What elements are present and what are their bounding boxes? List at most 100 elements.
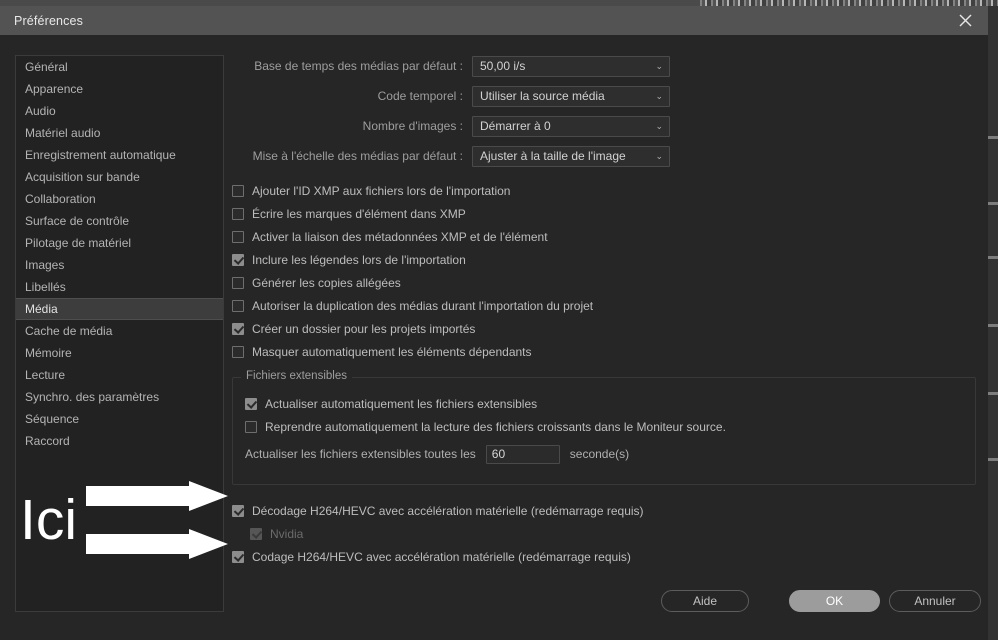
checkbox-checked-icon[interactable] [232,550,244,563]
checkbox-label: Générer les copies allégées [252,275,401,290]
setting-label: Mise à l'échelle des médias par défaut : [252,149,463,163]
checkbox-row[interactable]: Masquer automatiquement les éléments dép… [232,340,976,363]
checkbox-row[interactable]: Décodage H264/HEVC avec accélération mat… [232,499,976,522]
chevron-down-icon: ⌄ [655,60,663,71]
sidebar-item-label: Raccord [25,434,70,448]
checkbox-label: Créer un dossier pour les projets import… [252,321,476,336]
sidebar-item-apparence[interactable]: Apparence [16,78,223,100]
sidebar-item-label: Libellés [25,280,66,294]
sidebar-item-pilotage-de-mat-riel[interactable]: Pilotage de matériel [16,232,223,254]
checkbox-row[interactable]: Écrire les marques d'élément dans XMP [232,202,976,225]
sidebar-item-label: Apparence [25,82,84,96]
checkbox-row[interactable]: Créer un dossier pour les projets import… [232,317,976,340]
preferences-category-list[interactable]: Général Apparence Audio Matériel audio Enreg… [15,55,224,612]
checkbox-unchecked-icon[interactable] [232,207,244,220]
checkbox-label: Ajouter l'ID XMP aux fichiers lors de l'… [252,183,511,198]
dialog-title: Préférences [14,13,84,28]
checkbox-label: Écrire les marques d'élément dans XMP [252,206,466,221]
sidebar-item-g-n-ral[interactable]: Général [16,56,223,78]
checkbox-row[interactable]: Inclure les légendes lors de l'importati… [232,248,976,271]
sidebar-item-synchro-des-param-tres[interactable]: Synchro. des paramètres [16,386,223,408]
cancel-button[interactable]: Annuler [889,590,981,612]
setting-row: Mise à l'échelle des médias par défaut :… [232,145,976,167]
interval-unit-label: seconde(s) [569,447,630,461]
checkbox-row[interactable]: Codage H264/HEVC avec accélération matér… [232,545,976,568]
checkbox-row: Nvidia [232,522,976,545]
sidebar-item-label: Acquisition sur bande [25,170,140,184]
checkbox-label: Décodage H264/HEVC avec accélération mat… [252,503,644,518]
sidebar-item-m-moire[interactable]: Mémoire [16,342,223,364]
checkbox-checked-icon[interactable] [232,504,244,517]
close-icon[interactable] [942,6,988,35]
sidebar-item-label: Mémoire [25,346,72,360]
setting-label: Base de temps des médias par défaut : [254,59,463,73]
sidebar-item-enregistrement-automatique[interactable]: Enregistrement automatique [16,144,223,166]
checkbox-unchecked-icon[interactable] [232,276,244,289]
growing-files-legend: Fichiers extensibles [241,370,352,382]
setting-label: Code temporel : [377,89,463,103]
checkbox-row[interactable]: Activer la liaison des métadonnées XMP e… [232,225,976,248]
checkbox-unchecked-icon[interactable] [245,420,257,433]
hardware-acceleration-options: Décodage H264/HEVC avec accélération mat… [232,499,976,568]
dropdown-select[interactable]: Utiliser la source média ⌄ [472,85,670,107]
checkbox-row[interactable]: Reprendre automatiquement la lecture des… [245,415,975,438]
default-media-fields: Base de temps des médias par défaut : 50,… [232,55,976,167]
checkbox-label: Inclure les légendes lors de l'importati… [252,252,466,267]
sidebar-item-s-quence[interactable]: Séquence [16,408,223,430]
sidebar-item-raccord[interactable]: Raccord [16,430,223,452]
checkbox-label: Codage H264/HEVC avec accélération matér… [252,549,631,564]
xmp-and-import-options: Ajouter l'ID XMP aux fichiers lors de l'… [232,179,976,363]
checkbox-row[interactable]: Actualiser automatiquement les fichiers … [245,392,975,415]
dropdown-select[interactable]: 50,00 i/s ⌄ [472,55,670,77]
checkbox-unchecked-icon[interactable] [232,230,244,243]
chevron-down-icon: ⌄ [655,120,663,131]
sidebar-item-collaboration[interactable]: Collaboration [16,188,223,210]
sidebar-item-label: Synchro. des paramètres [25,390,160,404]
sidebar-item-label: Enregistrement automatique [25,148,176,162]
chevron-down-icon: ⌄ [655,90,663,101]
sidebar-item-images[interactable]: Images [16,254,223,276]
checkbox-unchecked-icon[interactable] [232,345,244,358]
checkbox-label: Nvidia [270,526,304,541]
dialog-titlebar: Préférences [0,6,988,35]
checkbox-label: Actualiser automatiquement les fichiers … [265,396,538,411]
sidebar-item-mat-riel-audio[interactable]: Matériel audio [16,122,223,144]
checkbox-row[interactable]: Ajouter l'ID XMP aux fichiers lors de l'… [232,179,976,202]
checkbox-unchecked-icon[interactable] [232,184,244,197]
sidebar-item-m-dia[interactable]: Média [16,298,223,320]
sidebar-item-label: Lecture [25,368,66,382]
ok-button[interactable]: OK [789,590,880,612]
sidebar-item-libell-s[interactable]: Libellés [16,276,223,298]
sidebar-item-label: Collaboration [25,192,96,206]
sidebar-item-label: Général [25,60,68,74]
dropdown-select[interactable]: Ajuster à la taille de l'image ⌄ [472,145,670,167]
checkbox-checked-icon[interactable] [232,253,244,266]
checkbox-row[interactable]: Autoriser la duplication des médias dura… [232,294,976,317]
sidebar-item-acquisition-sur-bande[interactable]: Acquisition sur bande [16,166,223,188]
sidebar-item-label: Surface de contrôle [25,214,130,228]
interval-label: Actualiser les fichiers extensibles tout… [245,447,476,461]
dialog-body: Général Apparence Audio Matériel audio Enreg… [0,35,988,640]
sidebar-item-lecture[interactable]: Lecture [16,364,223,386]
checkbox-checked-icon [250,527,262,540]
dropdown-value: Démarrer à 0 [480,119,551,133]
sidebar-item-label: Cache de média [25,324,113,338]
help-button[interactable]: Aide [661,590,749,612]
sidebar-item-audio[interactable]: Audio [16,100,223,122]
sidebar-item-surface-de-contr-le[interactable]: Surface de contrôle [16,210,223,232]
dropdown-select[interactable]: Démarrer à 0 ⌄ [472,115,670,137]
sidebar-item-label: Images [25,258,65,272]
checkbox-row[interactable]: Générer les copies allégées [232,271,976,294]
growing-files-group: Fichiers extensibles Actualiser automati… [232,370,976,485]
dropdown-value: Utiliser la source média [480,89,605,103]
checkbox-checked-icon[interactable] [232,322,244,335]
setting-row: Nombre d'images : Démarrer à 0 ⌄ [232,115,976,137]
sidebar-item-cache-de-m-dia[interactable]: Cache de média [16,320,223,342]
media-settings-pane: Base de temps des médias par défaut : 50,… [232,55,976,578]
checkbox-checked-icon[interactable] [245,397,257,410]
sidebar-item-label: Séquence [25,412,80,426]
sidebar-item-label: Matériel audio [25,126,101,140]
checkbox-unchecked-icon[interactable] [232,299,244,312]
interval-seconds-input[interactable] [485,444,560,464]
sidebar-item-label: Audio [25,104,56,118]
